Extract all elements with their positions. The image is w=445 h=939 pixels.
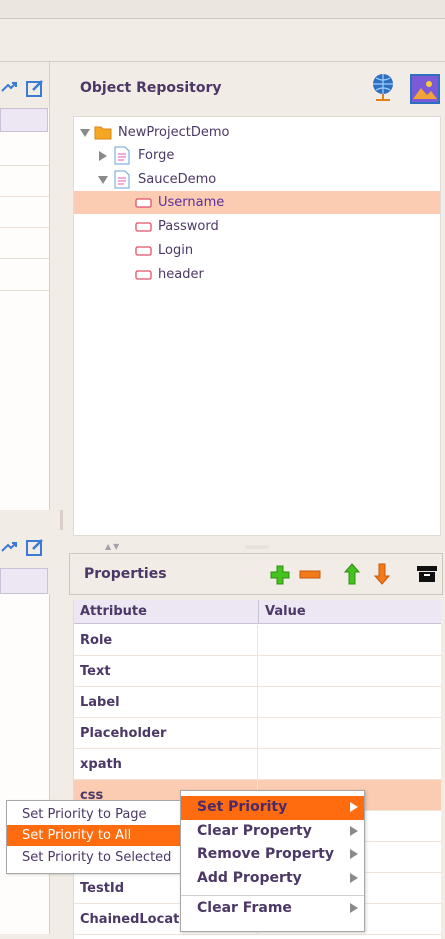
left-panel-tab [0,108,48,132]
object-repository-title: Object Repository [80,80,222,96]
folder-icon [94,126,112,140]
element-icon [135,198,152,208]
move-down-icon[interactable] [374,563,390,585]
left-panel-2-tab [0,568,48,594]
element-icon [135,270,152,280]
tree-label: header [158,267,204,282]
menu-item-label: Remove Property [197,846,334,862]
submenu-arrow-icon [350,873,358,883]
table-row[interactable]: Placeholder [74,718,441,749]
tree-node-login[interactable]: Login [74,239,440,262]
edit-icon[interactable] [25,537,45,557]
attribute-cell: ChainedLocator [80,912,195,927]
submenu-arrow-icon [350,826,358,836]
attribute-cell: xpath [80,757,122,772]
menu-item-set-priority[interactable]: Set Priority [181,796,364,820]
cell-divider [257,718,258,749]
splitter-handle[interactable] [245,545,269,549]
tree-node-newprojectdemo[interactable]: NewProjectDemo [74,121,440,144]
table-row[interactable]: Text [74,656,441,687]
priority-submenu: Set Priority to Page Set Priority to All… [6,800,182,874]
web-spy-icon[interactable] [370,73,396,103]
left-panel-2 [0,594,50,934]
archive-icon[interactable] [416,565,438,583]
element-icon [135,246,152,256]
attribute-cell: Role [80,633,113,648]
table-row[interactable]: Label [74,687,441,718]
resize-grip-icon[interactable]: ▲▼ [105,542,121,551]
tree-node-forge[interactable]: Forge [74,144,440,167]
collapse-arrow-icon[interactable] [80,129,90,137]
tree-node-password[interactable]: Password [74,215,440,238]
menu-item-set-priority-to-all[interactable]: Set Priority to All [7,825,181,846]
context-menu: Set Priority Clear Property Remove Prope… [180,790,365,932]
menu-item-clear-frame[interactable]: Clear Frame [181,897,364,921]
menu-item-label: Set Priority to All [22,828,132,843]
page-icon [114,170,130,189]
tree-label: Forge [138,148,175,163]
attribute-cell: TestId [80,881,125,896]
tree-node-saucedemo[interactable]: SauceDemo [74,168,440,191]
move-up-icon[interactable] [344,563,360,585]
menu-item-label: Set Priority to Selected [22,850,172,865]
table-row[interactable]: xpath [74,749,441,780]
edit-icon[interactable] [25,78,45,98]
menu-item-set-priority-to-page[interactable]: Set Priority to Page [7,804,181,825]
menu-item-remove-property[interactable]: Remove Property [181,843,364,867]
toolbar [0,19,445,62]
vertical-splitter[interactable] [60,510,63,530]
submenu-arrow-icon [350,802,358,812]
tree-label: Password [158,219,219,234]
menu-item-clear-property[interactable]: Clear Property [181,820,364,844]
cell-divider [257,625,258,656]
tree-label: Login [158,243,194,258]
add-icon[interactable] [269,564,291,586]
menu-item-label: Clear Property [197,823,312,839]
menu-item-set-priority-to-selected[interactable]: Set Priority to Selected [7,847,181,868]
left-panel-header [0,62,49,108]
cell-divider [257,687,258,718]
sync-icon[interactable] [0,539,18,557]
tree-label: Username [158,195,225,210]
tree-label: SauceDemo [138,172,217,187]
column-header-value[interactable]: Value [258,600,441,624]
attribute-cell: Label [80,695,120,710]
left-row-divider [0,165,49,166]
menu-item-label: Set Priority [197,799,288,815]
expand-arrow-icon[interactable] [99,151,107,161]
attribute-cell: Text [80,664,111,679]
column-header-attribute[interactable]: Attribute [74,600,258,624]
left-row-divider [0,290,49,291]
remove-icon[interactable] [299,569,321,581]
collapse-arrow-icon[interactable] [98,176,108,184]
menu-item-label: Add Property [197,870,302,886]
left-row-divider [0,196,49,197]
object-tree: NewProjectDemo Forge SauceDemo Username … [73,116,441,536]
submenu-arrow-icon [350,903,358,913]
element-icon [135,222,152,232]
menu-item-label: Set Priority to Page [22,807,147,822]
page-icon [114,146,130,165]
image-spy-icon[interactable] [409,73,441,105]
tree-node-username[interactable]: Username [74,191,440,214]
menu-separator [181,895,364,896]
left-row-divider [0,258,49,259]
menu-item-label: Clear Frame [197,900,292,916]
tree-label: NewProjectDemo [118,125,230,140]
properties-title: Properties [84,566,167,582]
cell-divider [257,749,258,780]
left-row-divider [0,227,49,228]
attribute-cell: Placeholder [80,726,167,741]
tree-node-header[interactable]: header [74,263,440,286]
sync-icon[interactable] [0,79,18,97]
top-bar [0,0,445,19]
menu-item-add-property[interactable]: Add Property [181,867,364,891]
submenu-arrow-icon [350,849,358,859]
left-panel-2-header [0,530,49,568]
table-row[interactable]: Role [74,625,441,656]
cell-divider [257,656,258,687]
